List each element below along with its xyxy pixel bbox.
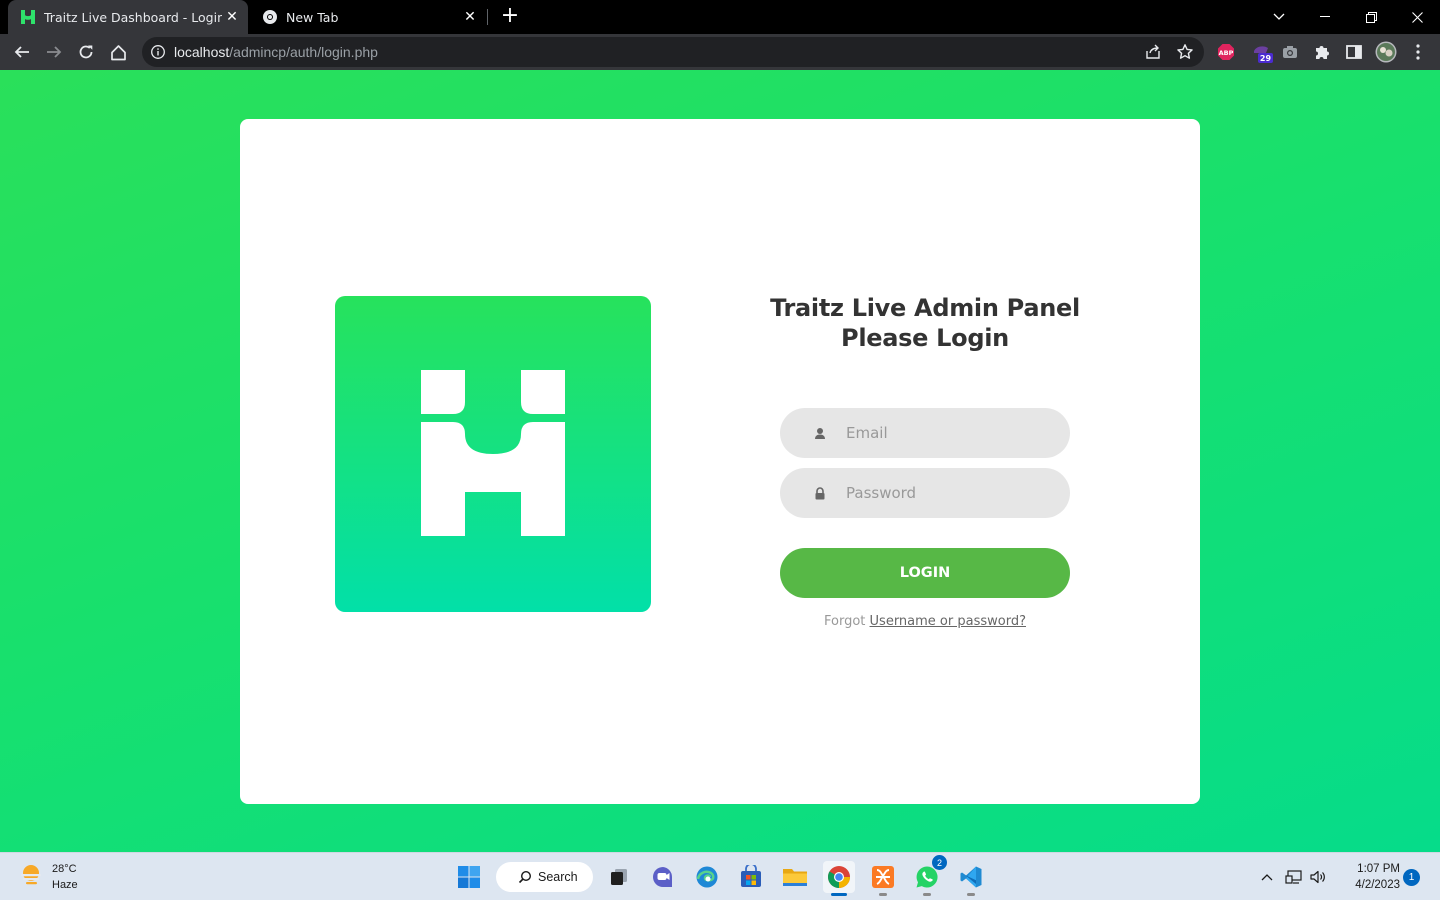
whatsapp-icon[interactable]: 2 bbox=[911, 855, 947, 896]
close-tab-icon[interactable]: ✕ bbox=[222, 7, 242, 27]
profile-avatar[interactable] bbox=[1374, 41, 1398, 63]
share-icon[interactable] bbox=[1144, 43, 1162, 65]
extension-hat-icon[interactable]: 29 bbox=[1250, 42, 1274, 63]
reload-icon[interactable] bbox=[72, 38, 100, 66]
chrome-favicon-icon bbox=[262, 9, 278, 25]
url-host: localhost bbox=[174, 44, 230, 60]
running-app-indicator bbox=[879, 893, 887, 896]
weather-temp: 28°C bbox=[52, 863, 77, 875]
extensions-puzzle-icon[interactable] bbox=[1312, 42, 1332, 62]
url-path: /admincp/auth/login.php bbox=[229, 44, 378, 60]
camera-extension-icon[interactable] bbox=[1280, 42, 1300, 62]
search-label: Search bbox=[538, 870, 578, 884]
site-info-icon[interactable] bbox=[150, 44, 166, 60]
login-page-background: Traitz Live Admin Panel Please Login LOG… bbox=[0, 70, 1440, 852]
search-icon bbox=[518, 870, 532, 884]
bookmark-star-icon[interactable] bbox=[1176, 43, 1194, 65]
edge-browser-icon[interactable] bbox=[691, 861, 723, 893]
vscode-icon[interactable] bbox=[955, 861, 987, 896]
address-bar[interactable]: localhost/admincp/auth/login.php bbox=[142, 37, 1204, 67]
side-panel-icon[interactable] bbox=[1344, 42, 1364, 62]
task-view-icon[interactable] bbox=[603, 861, 635, 893]
browser-menu-icon[interactable] bbox=[1408, 42, 1428, 62]
restore-button[interactable] bbox=[1348, 0, 1394, 34]
traitz-logo bbox=[335, 296, 651, 612]
windows-taskbar: 28°C Haze Search 2 1:07 PM 4/2/2023 1 bbox=[0, 852, 1440, 900]
clock-date: 4/2/2023 bbox=[1355, 879, 1400, 891]
traitz-favicon-icon bbox=[20, 9, 36, 25]
haze-sun-icon bbox=[18, 862, 44, 892]
weather-widget[interactable]: 28°C Haze bbox=[18, 861, 78, 893]
running-app-indicator bbox=[967, 893, 975, 896]
abp-label: ABP bbox=[1219, 49, 1234, 57]
forgot-prefix: Forgot bbox=[824, 614, 866, 629]
login-heading: Traitz Live Admin Panel Please Login bbox=[750, 293, 1100, 353]
weather-condition: Haze bbox=[52, 879, 78, 891]
volume-icon[interactable] bbox=[1308, 853, 1328, 900]
close-tab-icon[interactable]: ✕ bbox=[460, 7, 480, 27]
back-arrow-icon[interactable] bbox=[8, 38, 36, 66]
notification-count-badge[interactable]: 1 bbox=[1403, 869, 1420, 886]
browser-tab-strip: Traitz Live Dashboard - Login ✕ New Tab … bbox=[0, 0, 1440, 34]
email-input[interactable] bbox=[846, 408, 1056, 458]
tab-search-chevron-icon[interactable] bbox=[1256, 0, 1302, 34]
home-icon[interactable] bbox=[104, 38, 132, 66]
show-hidden-icons-chevron-icon[interactable] bbox=[1256, 853, 1278, 900]
clock-time: 1:07 PM bbox=[1357, 863, 1400, 875]
user-icon bbox=[813, 425, 827, 441]
password-input[interactable] bbox=[846, 468, 1056, 518]
taskbar-search[interactable]: Search bbox=[496, 862, 593, 892]
microsoft-store-icon[interactable] bbox=[735, 861, 767, 893]
chrome-taskbar-icon[interactable] bbox=[823, 861, 855, 896]
teams-chat-icon[interactable] bbox=[647, 861, 679, 893]
heading-subtitle: Please Login bbox=[841, 324, 1009, 352]
tab-title: Traitz Live Dashboard - Login bbox=[44, 9, 222, 25]
heading-title: Traitz Live Admin Panel bbox=[770, 294, 1080, 322]
tab-traitz-dashboard[interactable]: Traitz Live Dashboard - Login ✕ bbox=[8, 0, 248, 34]
active-app-indicator bbox=[831, 893, 847, 896]
xampp-icon[interactable] bbox=[867, 861, 899, 896]
start-button[interactable] bbox=[453, 861, 485, 893]
tab-title: New Tab bbox=[286, 9, 339, 25]
adblock-plus-icon[interactable]: ABP bbox=[1216, 42, 1236, 62]
traitz-logo-mark-icon bbox=[421, 370, 565, 536]
password-field bbox=[780, 468, 1070, 518]
close-window-button[interactable] bbox=[1394, 0, 1440, 34]
email-field bbox=[780, 408, 1070, 458]
browser-toolbar: localhost/admincp/auth/login.php ABP 29 bbox=[0, 34, 1440, 70]
tab-divider bbox=[487, 9, 488, 25]
tab-new-tab[interactable]: New Tab ✕ bbox=[250, 0, 486, 34]
login-card: Traitz Live Admin Panel Please Login LOG… bbox=[240, 119, 1200, 804]
forward-arrow-icon[interactable] bbox=[40, 38, 68, 66]
minimize-button[interactable] bbox=[1302, 0, 1348, 34]
network-icon[interactable] bbox=[1284, 853, 1304, 900]
file-explorer-icon[interactable] bbox=[779, 861, 811, 893]
new-tab-button[interactable]: + bbox=[498, 5, 522, 29]
running-app-indicator bbox=[923, 893, 931, 896]
extension-badge-count: 29 bbox=[1260, 54, 1272, 63]
whatsapp-unread-badge: 2 bbox=[932, 855, 947, 870]
lock-icon bbox=[813, 485, 827, 501]
login-button[interactable]: LOGIN bbox=[780, 548, 1070, 598]
url-text: localhost/admincp/auth/login.php bbox=[174, 44, 378, 60]
forgot-username-password-link[interactable]: Username or password? bbox=[870, 614, 1026, 629]
system-clock[interactable]: 1:07 PM 4/2/2023 bbox=[1336, 861, 1400, 893]
forgot-credentials: Forgot Username or password? bbox=[780, 614, 1070, 629]
